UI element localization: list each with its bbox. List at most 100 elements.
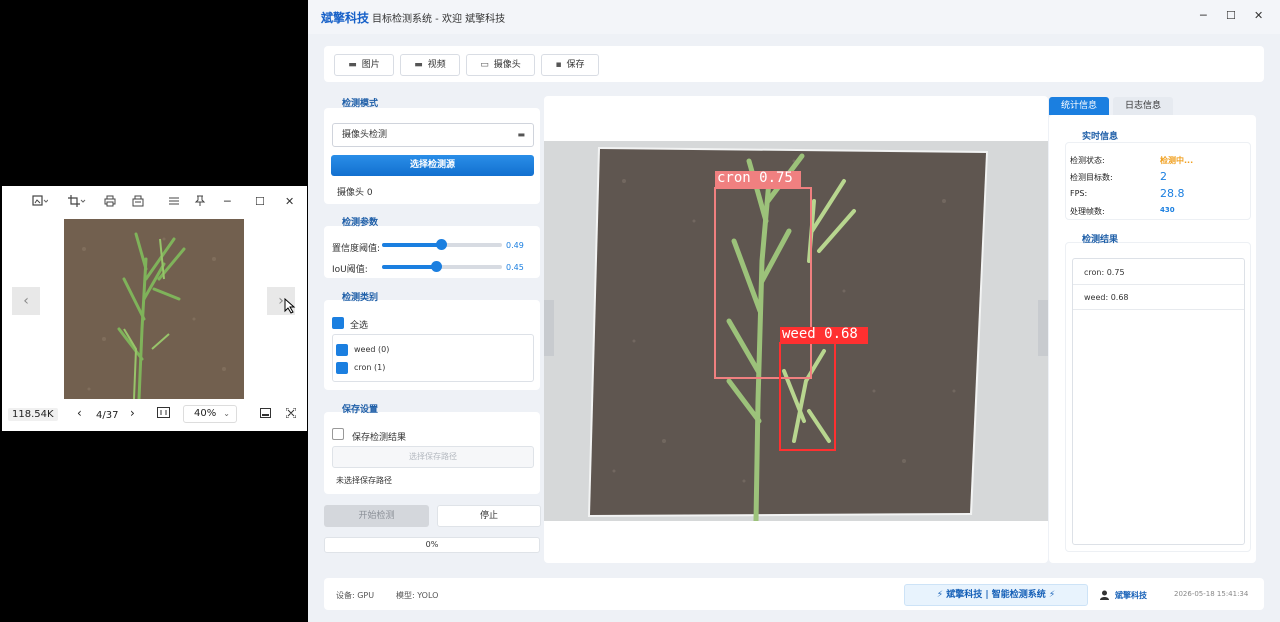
prev-page-icon[interactable]: ‹ bbox=[77, 406, 82, 420]
viewer-prev-button[interactable]: ‹ bbox=[12, 287, 40, 315]
right-edge-handle[interactable] bbox=[1038, 300, 1048, 356]
viewer-maximize-button[interactable]: ☐ bbox=[255, 195, 265, 209]
class-checkbox-cron[interactable] bbox=[336, 362, 348, 374]
iou-slider[interactable] bbox=[382, 261, 502, 272]
frames-value: 430 bbox=[1160, 206, 1175, 214]
next-page-icon[interactable]: › bbox=[130, 406, 135, 420]
detection-label-weed: weed 0.68 bbox=[782, 326, 858, 342]
model-info: 模型: YOLO bbox=[396, 591, 439, 600]
share-icon[interactable] bbox=[132, 195, 144, 211]
result-item-weed[interactable]: weed: 0.68 bbox=[1073, 286, 1244, 310]
zoom-select[interactable]: 40% ⌄ bbox=[183, 405, 237, 423]
image-edit-icon[interactable] bbox=[32, 195, 49, 211]
video-button[interactable]: ▬ 视频 bbox=[400, 54, 460, 76]
classes-section-title: 检测类别 bbox=[342, 293, 379, 303]
tab-logs[interactable]: 日志信息 bbox=[1113, 97, 1173, 115]
image-icon: ▬ bbox=[348, 60, 357, 70]
chevron-down-icon: ⌄ bbox=[223, 409, 230, 418]
file-size: 118.54K bbox=[8, 408, 58, 421]
dropdown-icon: ▬ bbox=[517, 130, 525, 139]
conf-label: 置信度阈值: bbox=[332, 244, 381, 254]
viewer-close-button[interactable]: ✕ bbox=[285, 195, 294, 209]
mode-select-value: 摄像头检测 bbox=[342, 130, 388, 140]
fps-value: 28.8 bbox=[1160, 187, 1185, 200]
mouse-cursor-icon bbox=[284, 298, 296, 314]
target-count-label: 检测目标数: bbox=[1070, 173, 1113, 182]
brand-badge: ⚡ 斌擎科技 | 智能检测系统 ⚡ bbox=[904, 584, 1088, 606]
iou-value: 0.45 bbox=[506, 263, 524, 272]
viewer-toolbar: ─ ☐ ✕ bbox=[2, 186, 307, 218]
iou-slider-handle[interactable] bbox=[431, 261, 442, 272]
conf-slider-handle[interactable] bbox=[435, 239, 447, 250]
user-icon bbox=[1100, 590, 1109, 602]
save-button[interactable]: ▪ 保存 bbox=[541, 54, 599, 76]
slideshow-icon[interactable] bbox=[260, 408, 271, 421]
window-title: 目标检测系统 - 欢迎 斌擎科技 bbox=[372, 14, 506, 25]
zoom-value: 40% bbox=[194, 408, 217, 419]
viewer-bottom-bar: 118.54K ‹ 4/37 › 40% ⌄ bbox=[2, 402, 307, 430]
mode-select[interactable]: 摄像头检测 ▬ bbox=[332, 123, 534, 147]
realtime-title: 实时信息 bbox=[1082, 132, 1119, 142]
conf-value: 0.49 bbox=[506, 241, 524, 250]
mode-section-title: 检测模式 bbox=[342, 99, 379, 109]
save-section-title: 保存设置 bbox=[342, 405, 379, 415]
detection-app-window: 斌擎科技 目标检测系统 - 欢迎 斌擎科技 ─ ☐ ✕ ▬ 图片 ▬ 视频 ▭ 摄像头… bbox=[308, 0, 1280, 622]
app-titlebar: 斌擎科技 目标检测系统 - 欢迎 斌擎科技 ─ ☐ ✕ bbox=[308, 0, 1280, 34]
fps-label: FPS: bbox=[1070, 189, 1088, 198]
select-source-button[interactable]: 选择检测源 bbox=[331, 155, 534, 176]
image-button[interactable]: ▬ 图片 bbox=[334, 54, 394, 76]
progress-bar: 0% bbox=[324, 537, 540, 553]
save-results-label: 保存检测结果 bbox=[352, 433, 407, 443]
result-item-cron[interactable]: cron: 0.75 bbox=[1073, 261, 1244, 285]
class-label-cron: cron (1) bbox=[354, 363, 386, 372]
iou-slider-fill bbox=[382, 265, 436, 269]
datetime: 2026-05-18 15:41:34 bbox=[1174, 590, 1249, 598]
status-value: 检测中... bbox=[1160, 156, 1194, 165]
minimize-button[interactable]: ─ bbox=[1200, 9, 1207, 22]
save-results-checkbox[interactable] bbox=[332, 428, 344, 440]
camera-button-label: 摄像头 bbox=[493, 60, 521, 70]
fit-icon[interactable] bbox=[157, 407, 170, 421]
target-count-value: 2 bbox=[1160, 170, 1167, 183]
conf-slider[interactable] bbox=[382, 239, 502, 250]
fullscreen-icon[interactable] bbox=[285, 407, 297, 421]
device-info: 设备: GPU bbox=[336, 591, 375, 600]
maximize-button[interactable]: ☐ bbox=[1226, 9, 1236, 22]
print-icon[interactable] bbox=[104, 195, 116, 211]
save-icon: ▪ bbox=[555, 60, 562, 70]
user-name: 斌擎科技 bbox=[1115, 591, 1147, 600]
conf-slider-fill bbox=[382, 243, 441, 247]
camera-frame: cron 0.75 weed 0.68 bbox=[544, 141, 1048, 524]
source-info: 摄像头 0 bbox=[337, 188, 373, 198]
params-section-title: 检测参数 bbox=[342, 218, 379, 228]
viewer-minimize-button[interactable]: ─ bbox=[224, 195, 231, 209]
results-title: 检测结果 bbox=[1082, 235, 1119, 245]
camera-button[interactable]: ▭ 摄像头 bbox=[466, 54, 535, 76]
page-indicator: 4/37 bbox=[96, 410, 119, 421]
status-label: 检测状态: bbox=[1070, 156, 1105, 165]
app-name: 斌擎科技 bbox=[321, 11, 370, 25]
start-detection-button[interactable]: 开始检测 bbox=[324, 505, 429, 527]
video-button-label: 视频 bbox=[427, 60, 446, 70]
close-button[interactable]: ✕ bbox=[1254, 9, 1263, 22]
camera-icon: ▭ bbox=[480, 60, 489, 70]
detection-label-cron: cron 0.75 bbox=[717, 170, 793, 186]
results-list: cron: 0.75 weed: 0.68 bbox=[1072, 258, 1245, 545]
select-all-label: 全选 bbox=[350, 321, 369, 331]
class-checkbox-weed[interactable] bbox=[336, 344, 348, 356]
choose-path-button[interactable]: 选择保存路径 bbox=[332, 446, 534, 468]
progress-text: 0% bbox=[425, 540, 439, 549]
desktop: ─ ☐ ✕ ‹ › 118.54K ‹ 4/37 › 40% ⌄ 斌擎科技 目标… bbox=[0, 0, 1280, 622]
select-all-checkbox[interactable] bbox=[332, 317, 344, 329]
tab-statistics[interactable]: 统计信息 bbox=[1049, 97, 1109, 115]
pin-icon[interactable] bbox=[194, 195, 206, 211]
viewer-image bbox=[64, 219, 244, 399]
class-list bbox=[332, 334, 534, 382]
menu-icon[interactable] bbox=[168, 195, 180, 211]
path-status: 未选择保存路径 bbox=[336, 476, 392, 485]
left-edge-handle[interactable] bbox=[544, 300, 554, 356]
class-label-weed: weed (0) bbox=[354, 345, 390, 354]
image-button-label: 图片 bbox=[361, 60, 380, 70]
stop-button[interactable]: 停止 bbox=[437, 505, 541, 527]
crop-icon[interactable] bbox=[68, 195, 86, 211]
